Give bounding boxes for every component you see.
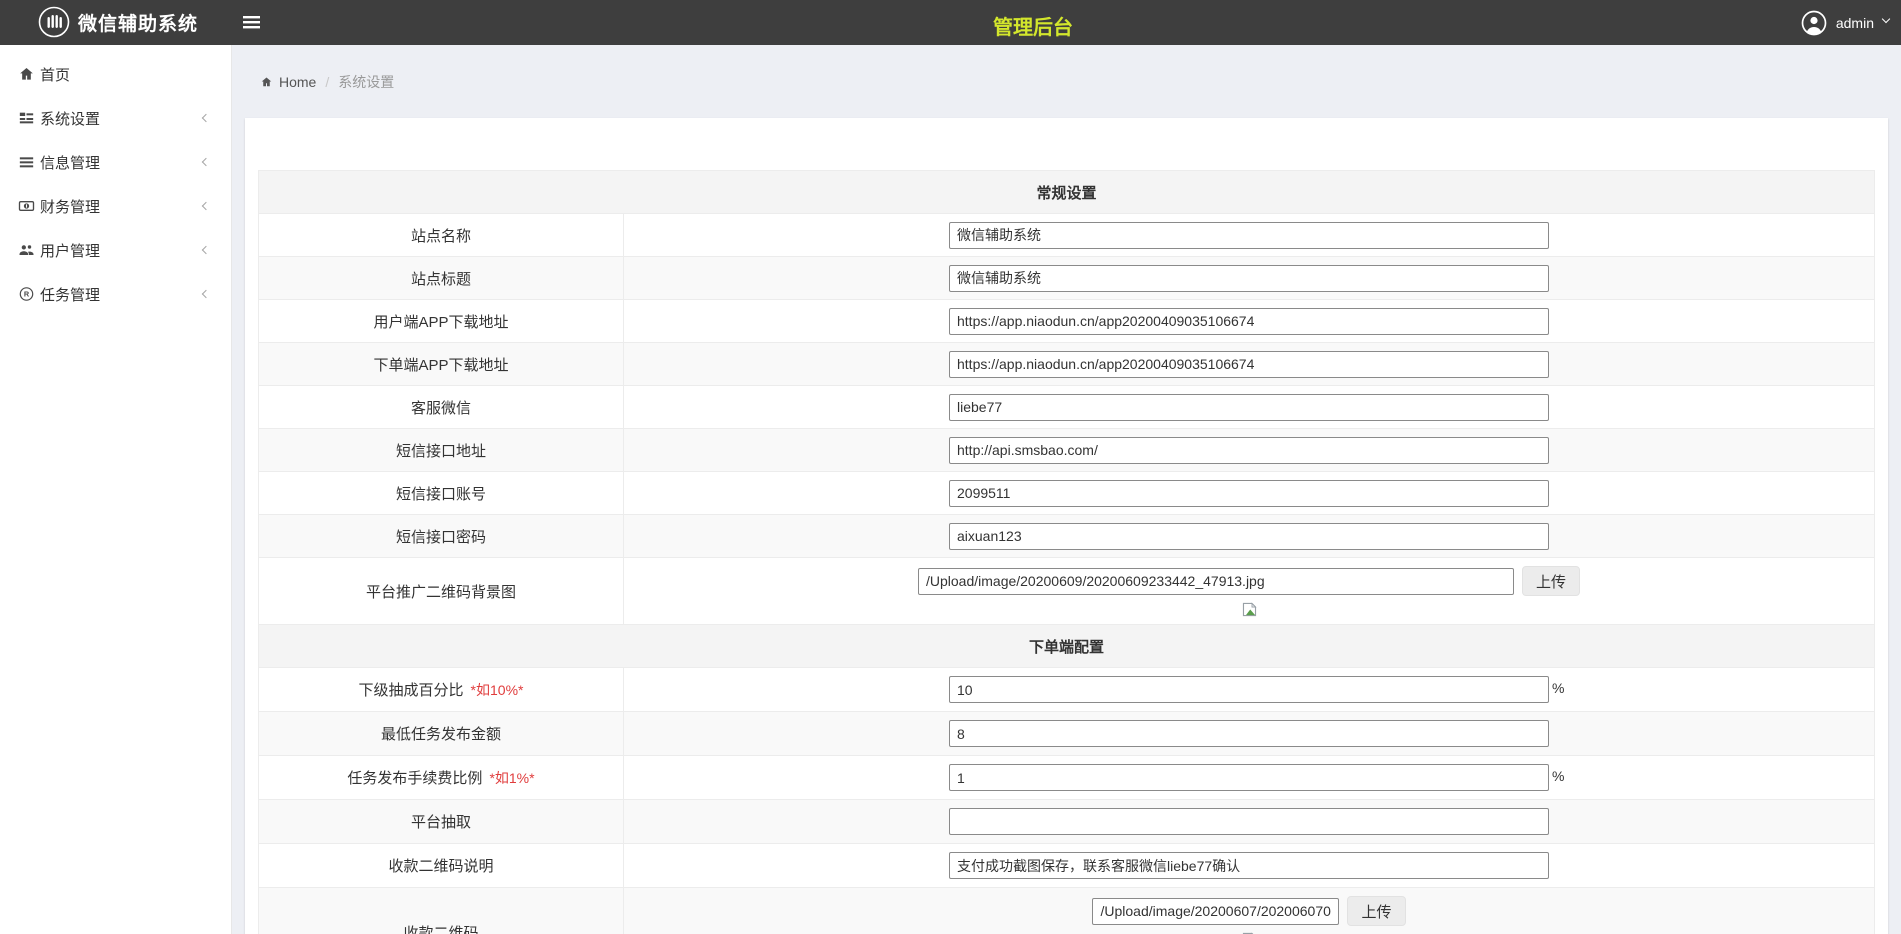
chevron-down-icon	[1882, 14, 1890, 22]
form-row-min-task-amount: 最低任务发布金额	[259, 712, 1874, 756]
form-row-user-app-url: 用户端APP下载地址	[259, 300, 1874, 343]
field-label: 最低任务发布金额	[381, 723, 501, 744]
settings-form: 常规设置 站点名称 站点标题 用户端APP下载地址 下单	[258, 170, 1875, 934]
breadcrumb-current: 系统设置	[338, 72, 394, 92]
users-icon	[18, 242, 35, 258]
sidebar-item-label: 用户管理	[40, 240, 100, 261]
chevron-left-icon	[202, 290, 210, 298]
percent-suffix: %	[1552, 680, 1564, 696]
field-hint: *如10%*	[471, 680, 524, 700]
service-wechat-input[interactable]	[949, 394, 1549, 421]
form-row-payment-qr-note: 收款二维码说明	[259, 844, 1874, 888]
sidebar: 首页 系统设置 信息管理	[0, 45, 232, 934]
field-label: 短信接口密码	[396, 526, 486, 547]
field-label: 用户端APP下载地址	[373, 311, 508, 332]
main-content: Home / 系统设置 常规设置 站点名称 站点标题 用户端APP下载地址	[232, 45, 1901, 934]
username: admin	[1836, 15, 1874, 31]
sidebar-item-label: 系统设置	[40, 108, 100, 129]
upload-button[interactable]: 上传	[1522, 566, 1580, 596]
field-label: 客服微信	[411, 397, 471, 418]
user-menu[interactable]: admin	[1801, 0, 1889, 45]
home-icon	[18, 66, 35, 82]
brand-logo-icon	[38, 6, 70, 38]
sidebar-item-label: 财务管理	[40, 196, 100, 217]
chevron-left-icon	[202, 246, 210, 254]
field-label: 短信接口账号	[396, 483, 486, 504]
section-header-general: 常规设置	[259, 171, 1874, 214]
form-row-platform-cut: 平台抽取	[259, 800, 1874, 844]
field-label: 收款二维码	[403, 922, 478, 934]
sidebar-item-label: 任务管理	[40, 284, 100, 305]
percent-suffix: %	[1552, 768, 1564, 784]
sms-password-input[interactable]	[949, 523, 1549, 550]
upload-button[interactable]: 上传	[1347, 896, 1405, 926]
sms-account-input[interactable]	[949, 480, 1549, 507]
brand: 微信辅助系统	[38, 6, 198, 38]
form-row-service-wechat: 客服微信	[259, 386, 1874, 429]
form-row-sms-api-url: 短信接口地址	[259, 429, 1874, 472]
field-label: 任务发布手续费比例	[347, 767, 482, 788]
field-label: 站点标题	[411, 268, 471, 289]
platform-cut-input[interactable]	[949, 808, 1549, 835]
promo-qr-path-input[interactable]	[918, 568, 1514, 595]
task-fee-ratio-input[interactable]	[949, 764, 1549, 791]
site-title-input[interactable]	[949, 265, 1549, 292]
section-header-order-config: 下单端配置	[259, 625, 1874, 668]
sidebar-item-label: 首页	[40, 64, 70, 85]
sidebar-item-finance-management[interactable]: 财务管理	[0, 184, 231, 228]
list-alt-icon	[18, 110, 35, 126]
form-row-payment-qr: 收款二维码 上传	[259, 888, 1874, 934]
top-bar: 微信辅助系统 管理后台 admin	[0, 0, 1901, 45]
form-row-task-fee-ratio: 任务发布手续费比例 *如1%* %	[259, 756, 1874, 800]
hamburger-menu-icon[interactable]	[243, 16, 260, 34]
form-row-site-name: 站点名称	[259, 214, 1874, 257]
svg-text:R: R	[24, 290, 30, 299]
field-hint: *如1%*	[489, 768, 534, 788]
order-app-url-input[interactable]	[949, 351, 1549, 378]
chevron-left-icon	[202, 158, 210, 166]
field-label: 下级抽成百分比	[359, 679, 464, 700]
sidebar-item-task-management[interactable]: R 任务管理	[0, 272, 231, 316]
form-row-promo-qr-background: 平台推广二维码背景图 上传	[259, 558, 1874, 625]
min-task-amount-input[interactable]	[949, 720, 1549, 747]
brand-name: 微信辅助系统	[78, 9, 198, 36]
sidebar-item-user-management[interactable]: 用户管理	[0, 228, 231, 272]
avatar-icon	[1801, 10, 1827, 36]
payment-qr-note-input[interactable]	[949, 852, 1549, 879]
chevron-left-icon	[202, 202, 210, 210]
sms-api-url-input[interactable]	[949, 437, 1549, 464]
field-label: 短信接口地址	[396, 440, 486, 461]
sub-commission-input[interactable]	[949, 676, 1549, 703]
form-row-sub-commission: 下级抽成百分比 *如10%* %	[259, 668, 1874, 712]
home-icon	[260, 76, 273, 88]
chevron-left-icon	[202, 114, 210, 122]
registered-icon: R	[18, 286, 35, 302]
sidebar-item-info-management[interactable]: 信息管理	[0, 140, 231, 184]
field-label: 站点名称	[411, 225, 471, 246]
form-row-sms-account: 短信接口账号	[259, 472, 1874, 515]
bars-icon	[18, 154, 35, 170]
settings-card: 常规设置 站点名称 站点标题 用户端APP下载地址 下单	[245, 118, 1888, 934]
breadcrumb: Home / 系统设置	[232, 45, 1901, 118]
form-row-site-title: 站点标题	[259, 257, 1874, 300]
breadcrumb-separator: /	[325, 74, 329, 90]
payment-qr-path-input[interactable]	[1092, 898, 1339, 925]
broken-image-icon	[1241, 601, 1258, 618]
user-app-url-input[interactable]	[949, 308, 1549, 335]
sidebar-item-home[interactable]: 首页	[0, 52, 231, 96]
field-label: 平台抽取	[411, 811, 471, 832]
breadcrumb-home-link[interactable]: Home	[260, 74, 316, 90]
form-row-sms-password: 短信接口密码	[259, 515, 1874, 558]
site-name-input[interactable]	[949, 222, 1549, 249]
sidebar-item-system-settings[interactable]: 系统设置	[0, 96, 231, 140]
money-icon	[18, 198, 35, 214]
field-label: 平台推广二维码背景图	[366, 581, 516, 602]
form-row-order-app-url: 下单端APP下载地址	[259, 343, 1874, 386]
field-label: 收款二维码说明	[388, 855, 493, 876]
field-label: 下单端APP下载地址	[373, 354, 508, 375]
sidebar-item-label: 信息管理	[40, 152, 100, 173]
page-title: 管理后台	[993, 11, 1073, 40]
